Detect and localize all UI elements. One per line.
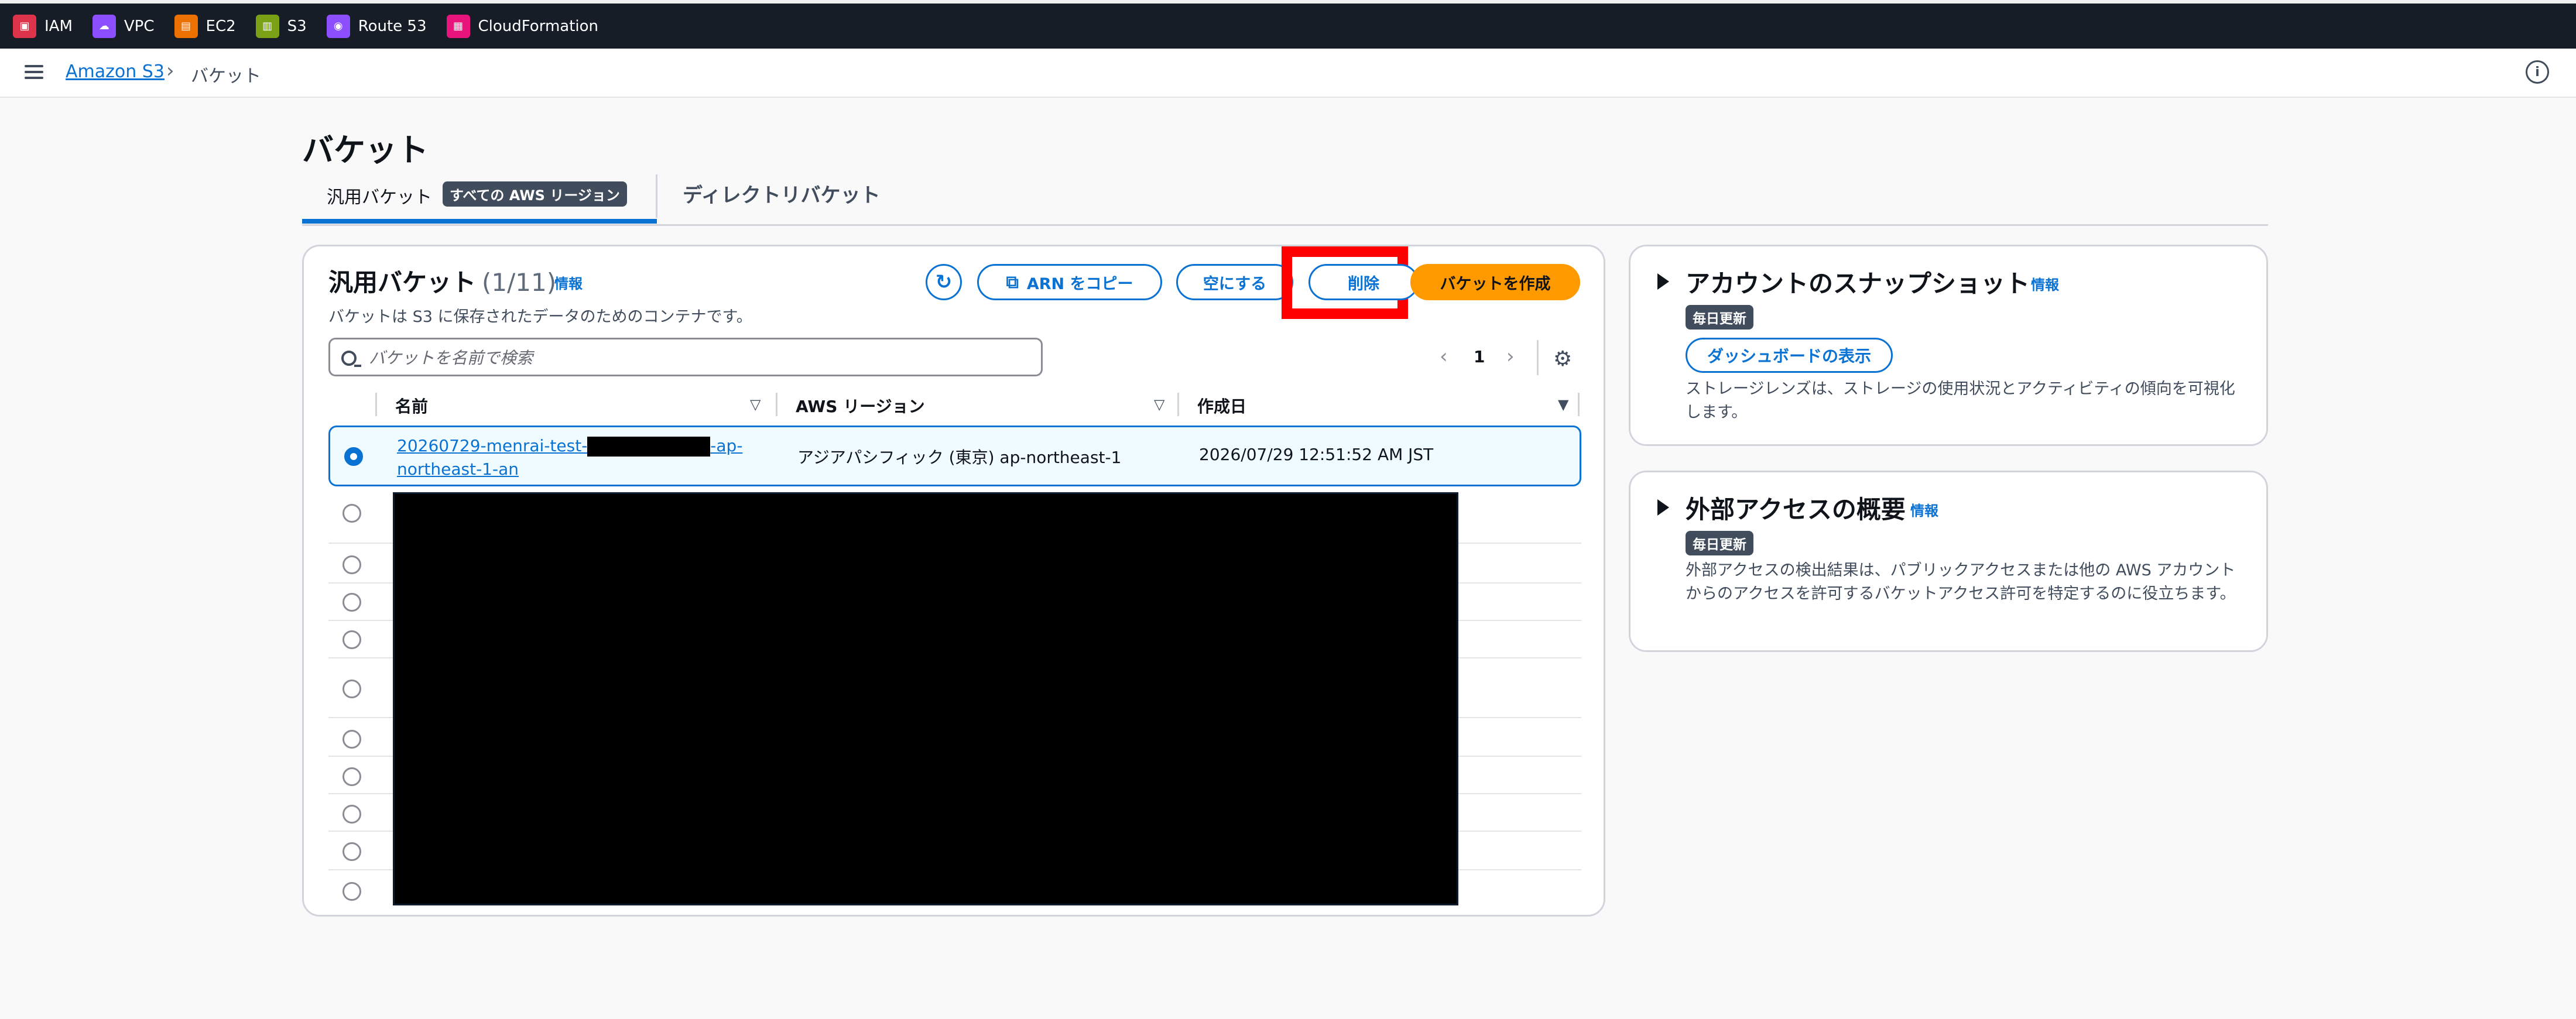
breadcrumb-bar: Amazon S3 › バケット i: [0, 49, 2576, 98]
column-divider[interactable]: [776, 393, 777, 416]
expand-triangle-icon[interactable]: [1657, 273, 1669, 290]
service-shortcut-bar: ▣ IAM ☁ VPC ▤ EC2 ▥ S3 ◉ Route 53 ▦ Clou…: [0, 0, 2576, 49]
buckets-panel-title: 汎用バケット (1/11): [328, 263, 556, 299]
refresh-button[interactable]: ↻: [926, 264, 962, 300]
breadcrumb-amazon-s3[interactable]: Amazon S3: [66, 61, 165, 82]
create-bucket-button[interactable]: バケットを作成: [1410, 264, 1580, 300]
shortcut-ec2-label: EC2: [205, 17, 236, 35]
bucket-name-prefix: 20260729-menrai-test-: [397, 436, 588, 455]
tab-general-purpose[interactable]: 汎用バケット すべての AWS リージョン: [302, 170, 657, 224]
tab-divider: [656, 174, 657, 218]
gear-icon[interactable]: ⚙: [1553, 347, 1572, 371]
sort-icon[interactable]: ▽: [1154, 396, 1164, 413]
selection-count: (1/11): [482, 268, 557, 297]
copy-icon: ⧉: [1006, 272, 1019, 293]
column-divider: [1578, 393, 1580, 416]
shortcut-vpc[interactable]: ☁ VPC: [92, 14, 155, 38]
external-access-title[interactable]: 外部アクセスの概要: [1686, 490, 1906, 526]
row-radio[interactable]: [342, 730, 361, 749]
bucket-search-input[interactable]: バケットを名前で検索: [328, 338, 1043, 376]
column-name[interactable]: 名前: [395, 394, 428, 417]
shortcut-route53-label: Route 53: [358, 17, 427, 35]
all-regions-badge: すべての AWS リージョン: [443, 181, 627, 207]
shortcut-s3-label: S3: [287, 17, 307, 35]
external-access-description: 外部アクセスの検出結果は、パブリックアクセスまたは他の AWS アカウントからの…: [1686, 561, 2236, 603]
shortcut-cloudformation-label: CloudFormation: [478, 17, 599, 35]
shortcut-route53[interactable]: ◉ Route 53: [326, 14, 427, 38]
snapshot-info-link[interactable]: 情報: [2031, 273, 2059, 294]
vpc-icon: ☁: [92, 14, 116, 38]
search-icon: [341, 351, 361, 367]
bucket-name-link[interactable]: 20260729-menrai-test- -ap-northeast-1-an: [397, 434, 760, 481]
info-panel-icon[interactable]: i: [2526, 60, 2549, 84]
external-access-panel: 外部アクセスの概要 情報 毎日更新 外部アクセスの検出結果は、パブリックアクセス…: [1629, 471, 2268, 652]
sort-icon[interactable]: ▽: [750, 396, 761, 413]
buckets-panel-title-text: 汎用バケット: [328, 268, 477, 297]
shortcut-ec2[interactable]: ▤ EC2: [174, 14, 236, 38]
next-page-icon[interactable]: ›: [1506, 345, 1515, 368]
redacted-text: [587, 437, 711, 457]
s3-icon: ▥: [255, 14, 279, 38]
shortcut-iam[interactable]: ▣ IAM: [13, 14, 73, 38]
row-radio[interactable]: [342, 882, 361, 901]
prev-page-icon[interactable]: ‹: [1440, 345, 1448, 368]
ec2-icon: ▤: [174, 14, 198, 38]
row-radio[interactable]: [342, 767, 361, 786]
external-access-info-link[interactable]: 情報: [1910, 499, 1938, 520]
iam-icon: ▣: [13, 14, 36, 38]
snapshot-description: ストレージレンズは、ストレージの使用状況とアクティビティの傾向を可視化します。: [1686, 380, 2235, 421]
column-region[interactable]: AWS リージョン: [796, 394, 925, 417]
chevron-right-icon: ›: [166, 59, 174, 83]
row-radio[interactable]: [342, 555, 361, 574]
tab-general-purpose-label: 汎用バケット: [327, 187, 432, 208]
column-created[interactable]: 作成日: [1197, 394, 1246, 417]
row-radio[interactable]: [342, 842, 361, 861]
bucket-type-tabs: 汎用バケット すべての AWS リージョン ディレクトリバケット: [302, 170, 2268, 226]
row-radio[interactable]: [342, 805, 361, 824]
bucket-region: アジアパシフィック (東京) ap-northeast-1: [797, 448, 1122, 467]
pager-divider: [1537, 340, 1539, 375]
delete-bucket-button[interactable]: 削除: [1308, 264, 1419, 300]
external-access-daily-badge: 毎日更新: [1686, 531, 1753, 555]
table-row-selected[interactable]: 20260729-menrai-test- -ap-northeast-1-an …: [328, 426, 1581, 486]
expand-triangle-icon[interactable]: [1657, 499, 1669, 516]
page-number[interactable]: 1: [1474, 347, 1485, 366]
row-radio-selected[interactable]: [344, 447, 363, 466]
refresh-icon: ↻: [935, 270, 953, 294]
shortcut-cloudformation[interactable]: ▦ CloudFormation: [446, 14, 599, 38]
row-radio[interactable]: [342, 593, 361, 612]
redacted-rows-block: [393, 492, 1458, 905]
empty-bucket-button[interactable]: 空にする: [1176, 264, 1293, 300]
row-radio[interactable]: [342, 630, 361, 649]
table-header: 名前 ▽ AWS リージョン ▽ 作成日 ▼: [328, 389, 1581, 422]
copy-arn-button[interactable]: ⧉ ARN をコピー: [977, 264, 1162, 300]
buckets-info-link[interactable]: 情報: [554, 272, 583, 293]
view-dashboard-button[interactable]: ダッシュボードの表示: [1686, 338, 1893, 373]
tab-directory-buckets[interactable]: ディレクトリバケット: [683, 179, 881, 208]
row-radio[interactable]: [342, 680, 361, 698]
copy-arn-label: ARN をコピー: [1026, 275, 1133, 293]
menu-icon[interactable]: [25, 63, 43, 81]
snapshot-title[interactable]: アカウントのスナップショット: [1686, 264, 2030, 300]
snapshot-daily-badge: 毎日更新: [1686, 305, 1753, 330]
breadcrumb-current: バケット: [191, 66, 261, 87]
sort-desc-icon[interactable]: ▼: [1558, 396, 1568, 413]
cloudformation-icon: ▦: [446, 14, 470, 38]
bucket-created-date: 2026/07/29 12:51:52 AM JST: [1199, 445, 1434, 464]
row-radio[interactable]: [342, 504, 361, 523]
page-title: バケット: [302, 132, 429, 169]
route53-icon: ◉: [326, 14, 350, 38]
shortcut-s3[interactable]: ▥ S3: [255, 14, 307, 38]
buckets-panel: 汎用バケット (1/11) 情報 バケットは S3 に保存されたデータのためのコン…: [302, 245, 1605, 917]
shortcut-vpc-label: VPC: [124, 17, 155, 35]
buckets-description: バケットは S3 に保存されたデータのためのコンテナです。: [328, 308, 752, 326]
shortcut-iam-label: IAM: [44, 17, 73, 35]
column-divider[interactable]: [1177, 393, 1179, 416]
column-divider: [375, 393, 377, 416]
account-snapshot-panel: アカウントのスナップショット 情報 毎日更新 ダッシュボードの表示 ストレージレ…: [1629, 245, 2268, 446]
